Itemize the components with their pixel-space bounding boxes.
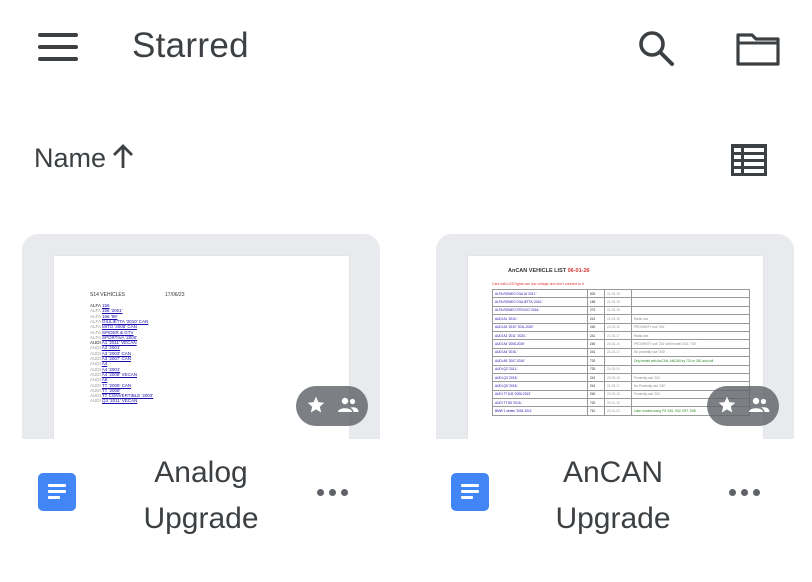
thumbnail-table-cell: 20-10-03 [604, 406, 632, 416]
thumbnail-table-cell: Proximity use '241' [631, 372, 750, 383]
thumbnail-table-cell: Radio use [631, 314, 750, 324]
thumbnail-table-cell: 21-03-19 [604, 297, 632, 307]
app-bar: Starred [0, 0, 812, 95]
file-name[interactable]: Analog Upgrade [101, 450, 301, 542]
thumbnail-table-cell: AUDI Q3 '2018-' [492, 372, 588, 383]
thumbnail-table-cell: PROXIMITY use '241' with model 2011 '730… [631, 339, 750, 349]
thumbnail-table-cell: 720 [587, 398, 605, 408]
starred-shared-badge [296, 386, 368, 426]
hamburger-menu-icon[interactable] [38, 33, 78, 61]
thumbnail-table-row: AUDI Q2 '2011-' 720 20-03-20 [492, 364, 750, 374]
thumbnail-table-cell: Only tested with AnCAN, ANCAN try 720 or… [631, 356, 750, 366]
thumbnail-table-cell: 20-03-20 [604, 364, 632, 374]
thumbnail-subtitle: Cars with LED lights use low voltage and… [492, 282, 585, 286]
thumbnail-table-cell: 21-03-17 [604, 347, 632, 358]
more-options-icon[interactable] [313, 480, 353, 504]
thumbnail-table-cell: 720 [587, 356, 605, 366]
thumbnail-table-row: AUDI A3 '2010' '2011-2020' 240 20-03-12 PRO… [492, 322, 750, 332]
thumbnail-table-cell: 21-03-17 [604, 381, 632, 391]
file-card-analog-upgrade[interactable]: S14 VEHICLES 17/06/23 ALFA 156 ALFA 156 '2… [22, 234, 380, 439]
thumbnail-table-row: AUDI A4 '2008-2015' 240 20-03-10 PROXIMITY … [492, 339, 750, 349]
thumbnail-table-cell: Radio use [631, 330, 750, 341]
thumbnail-table-cell: AUDI TT 8S '2015-' [492, 398, 588, 408]
star-icon [307, 396, 325, 413]
folder-icon[interactable] [735, 29, 781, 67]
thumbnail-table-cell: 272 [587, 305, 605, 316]
thumbnail-table-cell: ALFA ROMEO GIULIETTA '2010-' [492, 297, 588, 307]
thumbnail-table-row: AUDI A1 '2010-' 241 21-03-10 Radio use [492, 314, 750, 324]
thumbnail-table-cell: 20-03-10 [604, 372, 632, 383]
thumbnail-table-cell [604, 356, 632, 366]
list-view-icon[interactable] [730, 143, 768, 177]
shared-people-icon [338, 397, 359, 412]
thumbnail-table-cell: AUDI Q2 '2011-' [492, 364, 588, 374]
thumbnail-table-cell: 241 [587, 314, 605, 324]
thumbnail-table-row: AUDI A3 '2011' '2020-' 241 21-03-17 Radio u… [492, 330, 750, 341]
sort-label: Name [34, 143, 107, 173]
thumbnail-table-cell: 240 [587, 322, 605, 332]
thumbnail-table-row: AUDI Q3 '2018-' 241 20-03-10 Proximity use … [492, 372, 750, 383]
thumbnail-table-cell [631, 305, 750, 316]
thumbnail-table-cell: AUDI A4 '2016-' [492, 347, 588, 358]
arrow-up-icon [112, 143, 134, 176]
sort-bar: Name [0, 135, 812, 185]
file-card-ancan-upgrade[interactable]: AnCAN VEHICLE LIST 06-01-26 Cars with LE… [436, 234, 794, 439]
thumbnail-table-cell: 502 [587, 288, 605, 299]
thumbnail-table-row: AUDI A4 '2016-' 241 21-03-17 No proximity u… [492, 347, 750, 358]
starred-shared-badge [707, 386, 779, 426]
thumbnail-table-cell: 20-03-10 [604, 339, 632, 349]
file-name[interactable]: AnCAN Upgrade [513, 450, 713, 542]
thumbnail-table-cell [631, 364, 750, 374]
thumbnail-table-cell: 720 [587, 364, 605, 374]
thumbnail-table-cell: AUDI A4 '2008-2015' [492, 339, 588, 349]
thumbnail-table-cell: 241 [587, 347, 605, 358]
thumbnail-table-cell: 241 [587, 330, 605, 341]
thumbnail-table-row: ALFA ROMEO GIULIETTA '2010-' 165 21-03-19 [492, 297, 750, 307]
thumbnail-table-cell: 21-03-10 [604, 314, 632, 324]
sort-by-name-button[interactable]: Name [34, 143, 134, 176]
thumbnail-table-cell: 240 [587, 339, 605, 349]
thumbnail-table-cell [631, 288, 750, 299]
google-docs-icon [38, 473, 76, 511]
thumbnail-table-cell: No proximity use '240' [631, 347, 750, 358]
thumbnail-heading: S14 VEHICLES 17/06/23 [90, 292, 185, 298]
search-icon[interactable] [636, 28, 676, 68]
thumbnail-table-cell: AUDI A3 '2010' '2011-2020' [492, 322, 588, 332]
thumbnail-table-row: ALFA ROMEO STELVIO '2016-' 272 21-03-19 [492, 305, 750, 316]
thumbnail-table-cell: AUDI A5 '2007-2016' [492, 356, 588, 366]
thumbnail-table-row: AUDI A5 '2007-2016' 720 Only tested with A… [492, 356, 750, 366]
thumbnail-table-cell: BMW 1 series '2004-2011' [492, 406, 588, 416]
thumbnail-table-cell: ALFA ROMEO STELVIO '2016-' [492, 305, 588, 316]
thumbnail-table-cell: ALFA ROMEO GIULIA '2017-' [492, 288, 588, 299]
thumbnail-table-cell: 165 [587, 297, 605, 307]
thumbnail-table-row: AUDI Q5 '2018-' 241 21-03-17 No Proximity u… [492, 381, 750, 391]
thumbnail-table-cell: 21-03-19 [604, 288, 632, 299]
page-title: Starred [132, 26, 249, 65]
google-docs-icon [451, 473, 489, 511]
thumbnail-table-cell: 21-03-17 [604, 330, 632, 341]
thumbnail-table-cell: 241 [587, 372, 605, 383]
thumbnail-table-cell [631, 297, 750, 307]
thumbnail-table-row: ALFA ROMEO GIULIA '2017-' 502 21-03-19 [492, 288, 750, 299]
thumbnail-table-cell: AUDI TT 8J3 '2006-2013' [492, 389, 588, 400]
thumbnail-table-cell: 710 [587, 406, 605, 416]
thumbnail-table-cell: AUDI A3 '2011' '2020-' [492, 330, 588, 341]
thumbnail-table-cell: 21-03-19 [604, 305, 632, 316]
thumbnail-table-cell: 240 [587, 389, 605, 400]
thumbnail-table-cell: AUDI A1 '2010-' [492, 314, 588, 324]
thumbnail-table-cell: PROXIMITY use '241' [631, 322, 750, 332]
thumbnail-table-cell: 20-03-12 [604, 322, 632, 332]
thumbnail-table-cell: 20-12-10 [604, 398, 632, 408]
thumbnail-table-cell: AUDI Q5 '2018-' [492, 381, 588, 391]
shared-people-icon [749, 397, 770, 412]
thumbnail-table-cell: 20-03-10 [604, 389, 632, 400]
star-icon [718, 396, 736, 413]
more-options-icon[interactable] [725, 480, 765, 504]
thumbnail-table-cell: 241 [587, 381, 605, 391]
thumbnail-line: AUDI Q3 '2011' VECAN [90, 398, 138, 404]
thumbnail-heading: AnCAN VEHICLE LIST 06-01-26 [508, 268, 590, 274]
